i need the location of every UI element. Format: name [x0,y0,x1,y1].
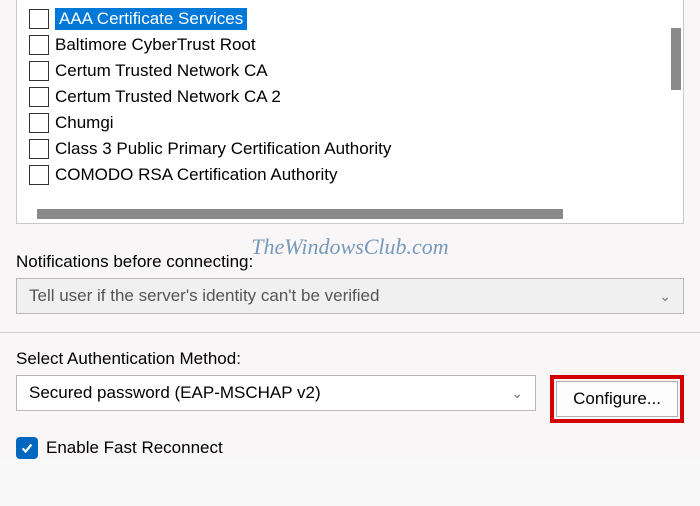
certificate-list[interactable]: AAA Certificate Services Baltimore CyberT… [23,6,683,200]
certificate-row[interactable]: Class 3 Public Primary Certification Aut… [23,136,683,162]
auth-method-label: Select Authentication Method: [16,349,684,369]
configure-highlight: Configure... [550,375,684,423]
certificate-checkbox[interactable] [29,9,49,29]
fast-reconnect-label: Enable Fast Reconnect [46,438,223,458]
auth-method-selected-value: Secured password (EAP-MSCHAP v2) [29,383,321,403]
certificate-row[interactable]: Baltimore CyberTrust Root [23,32,683,58]
horizontal-scrollbar[interactable] [37,209,663,219]
certificate-row[interactable]: Certum Trusted Network CA [23,58,683,84]
check-icon [20,441,34,455]
vertical-scrollbar[interactable] [671,6,681,196]
auth-method-dropdown[interactable]: Secured password (EAP-MSCHAP v2) ⌄ [16,375,536,411]
certificate-checkbox[interactable] [29,113,49,133]
chevron-down-icon: ⌄ [659,288,671,305]
certificate-checkbox[interactable] [29,61,49,81]
certificate-row[interactable]: COMODO RSA Certification Authority [23,162,683,188]
certificate-checkbox[interactable] [29,139,49,159]
certificate-row[interactable]: AAA Certificate Services [23,6,683,32]
certificate-label: Certum Trusted Network CA 2 [55,87,281,107]
certificate-label: COMODO RSA Certification Authority [55,165,337,185]
divider [0,332,700,333]
certificate-label: Class 3 Public Primary Certification Aut… [55,139,391,159]
certificate-checkbox[interactable] [29,35,49,55]
certificate-label: Certum Trusted Network CA [55,61,268,81]
fast-reconnect-checkbox[interactable] [16,437,38,459]
configure-button-label: Configure... [573,389,661,409]
certificate-checkbox[interactable] [29,87,49,107]
certificate-label: AAA Certificate Services [55,8,247,30]
certificate-label: Chumgi [55,113,114,133]
certificate-label: Baltimore CyberTrust Root [55,35,256,55]
horizontal-scrollbar-thumb[interactable] [37,209,563,219]
notifications-label: Notifications before connecting: [16,252,684,272]
certificate-row[interactable]: Chumgi [23,110,683,136]
configure-button[interactable]: Configure... [556,381,678,417]
vertical-scrollbar-thumb[interactable] [671,28,681,90]
notifications-dropdown[interactable]: Tell user if the server's identity can't… [16,278,684,314]
notifications-selected-value: Tell user if the server's identity can't… [29,286,379,306]
certificate-checkbox[interactable] [29,165,49,185]
chevron-down-icon: ⌄ [511,385,523,402]
certificate-row[interactable]: Certum Trusted Network CA 2 [23,84,683,110]
certificate-list-box: AAA Certificate Services Baltimore CyberT… [16,0,684,224]
